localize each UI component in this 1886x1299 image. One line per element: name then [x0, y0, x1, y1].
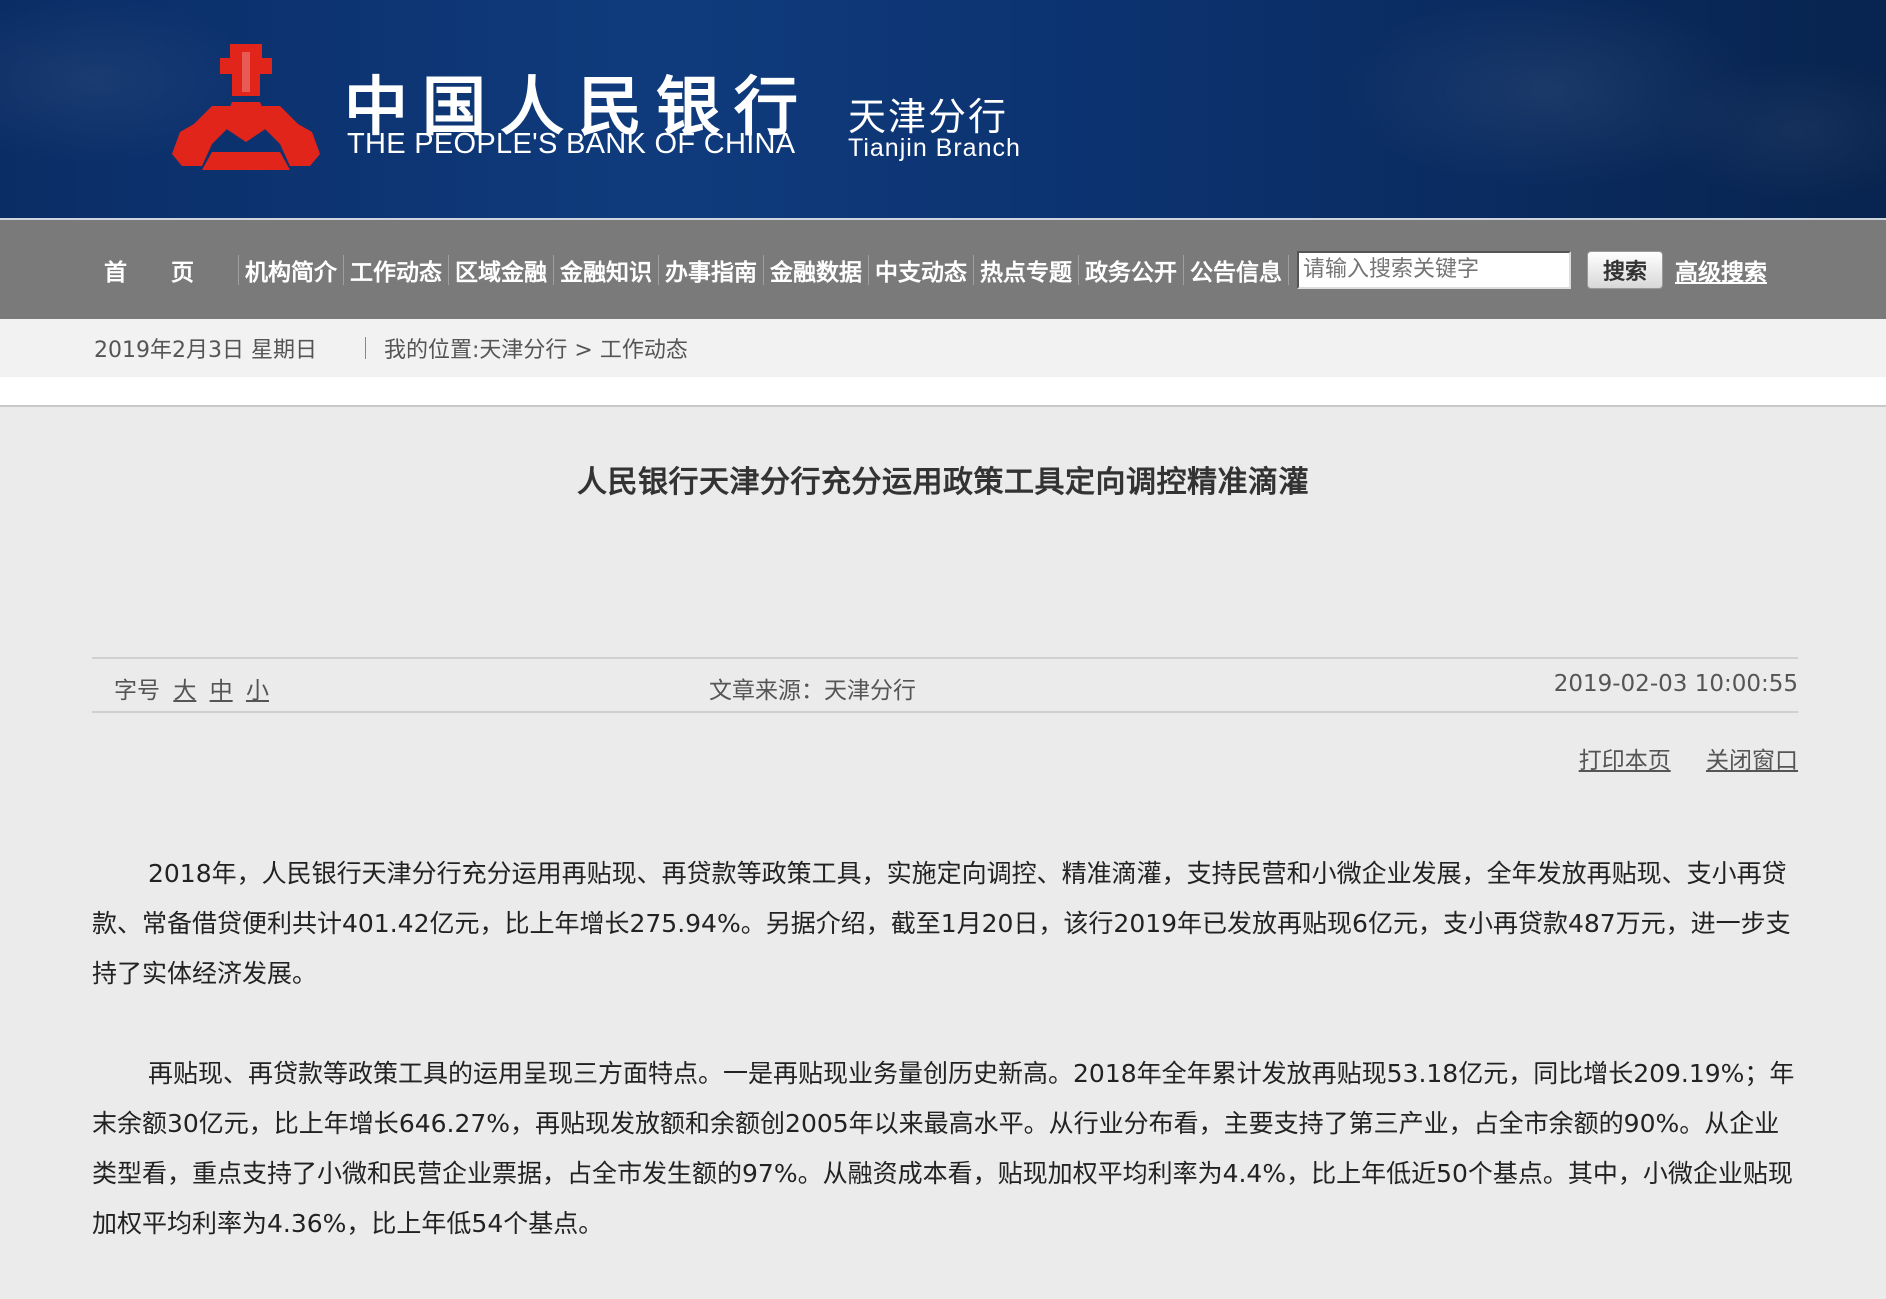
- font-size-large-link[interactable]: 大: [173, 678, 196, 704]
- main-navigation: 首页 机构简介 工作动态 区域金融 金融知识 办事指南 金融数据 中支动态 热点…: [0, 220, 1886, 319]
- branch-name-cn: 天津分行: [848, 95, 1009, 139]
- nav-item-financial-data[interactable]: 金融数据: [764, 253, 868, 287]
- article-actions: 打印本页 关闭窗口: [1551, 741, 1798, 775]
- breadcrumb: 我的位置:天津分行 > 工作动态: [383, 338, 688, 363]
- article-paragraph: 2018年，人民银行天津分行充分运用再贴现、再贷款等政策工具，实施定向调控、精准…: [92, 859, 1791, 988]
- search-button[interactable]: 搜索: [1587, 250, 1663, 289]
- nav-item-announcements[interactable]: 公告信息: [1184, 253, 1288, 287]
- nav-item-regional-finance[interactable]: 区域金融: [449, 253, 553, 287]
- pboc-emblem-icon: [172, 44, 320, 170]
- location-divider: [364, 337, 366, 359]
- nav-item-hot-topics[interactable]: 热点专题: [974, 253, 1078, 287]
- article: 人民银行天津分行充分运用政策工具定向调控精准滴灌 字号 大 中 小 文章来源：天…: [0, 457, 1886, 1238]
- publish-time: 2019-02-03 10:00:55: [1553, 671, 1798, 697]
- nav-item-financial-knowledge[interactable]: 金融知识: [554, 253, 658, 287]
- font-size-label: 字号: [114, 678, 160, 704]
- nav-item-about[interactable]: 机构简介: [239, 253, 343, 287]
- section-divider: [0, 377, 1886, 407]
- article-paragraph: 再贴现、再贷款等政策工具的运用呈现三方面特点。一是再贴现业务量创历史新高。201…: [92, 1059, 1795, 1238]
- nav-item-government-affairs[interactable]: 政务公开: [1079, 253, 1183, 287]
- nav-item-service-guide[interactable]: 办事指南: [659, 253, 763, 287]
- nav-item-work-news[interactable]: 工作动态: [344, 253, 448, 287]
- nav-divider: [1288, 254, 1289, 285]
- location-bar: 2019年2月3日 星期日 我的位置:天津分行 > 工作动态: [0, 319, 1886, 377]
- article-source: 文章来源：天津分行: [709, 678, 916, 704]
- nav-item-home[interactable]: 首页: [92, 253, 238, 287]
- font-size-controls: 字号 大 中 小: [114, 671, 269, 705]
- site-header: 中国人民银行 THE PEOPLE'S BANK OF CHINA 天津分行 T…: [0, 0, 1886, 218]
- article-title: 人民银行天津分行充分运用政策工具定向调控精准滴灌: [577, 465, 1309, 500]
- print-page-link[interactable]: 打印本页: [1579, 748, 1671, 774]
- close-window-link[interactable]: 关闭窗口: [1706, 748, 1798, 774]
- font-size-small-link[interactable]: 小: [246, 678, 269, 704]
- article-body: 2018年，人民银行天津分行充分运用再贴现、再贷款等政策工具，实施定向调控、精准…: [92, 849, 1798, 1299]
- bank-name-en: THE PEOPLE'S BANK OF CHINA: [347, 128, 796, 160]
- nav-item-sub-branch-news[interactable]: 中支动态: [869, 253, 973, 287]
- current-date: 2019年2月3日 星期日: [94, 338, 317, 363]
- advanced-search-link[interactable]: 高级搜索: [1675, 253, 1767, 287]
- nav-menu: 首页 机构简介 工作动态 区域金融 金融知识 办事指南 金融数据 中支动态 热点…: [92, 253, 1289, 287]
- font-size-medium-link[interactable]: 中: [210, 678, 233, 704]
- branch-name-en: Tianjin Branch: [848, 134, 1021, 162]
- article-meta-bar: 字号 大 中 小 文章来源：天津分行 2019-02-03 10:00:55: [92, 657, 1798, 713]
- search-input[interactable]: [1297, 250, 1571, 289]
